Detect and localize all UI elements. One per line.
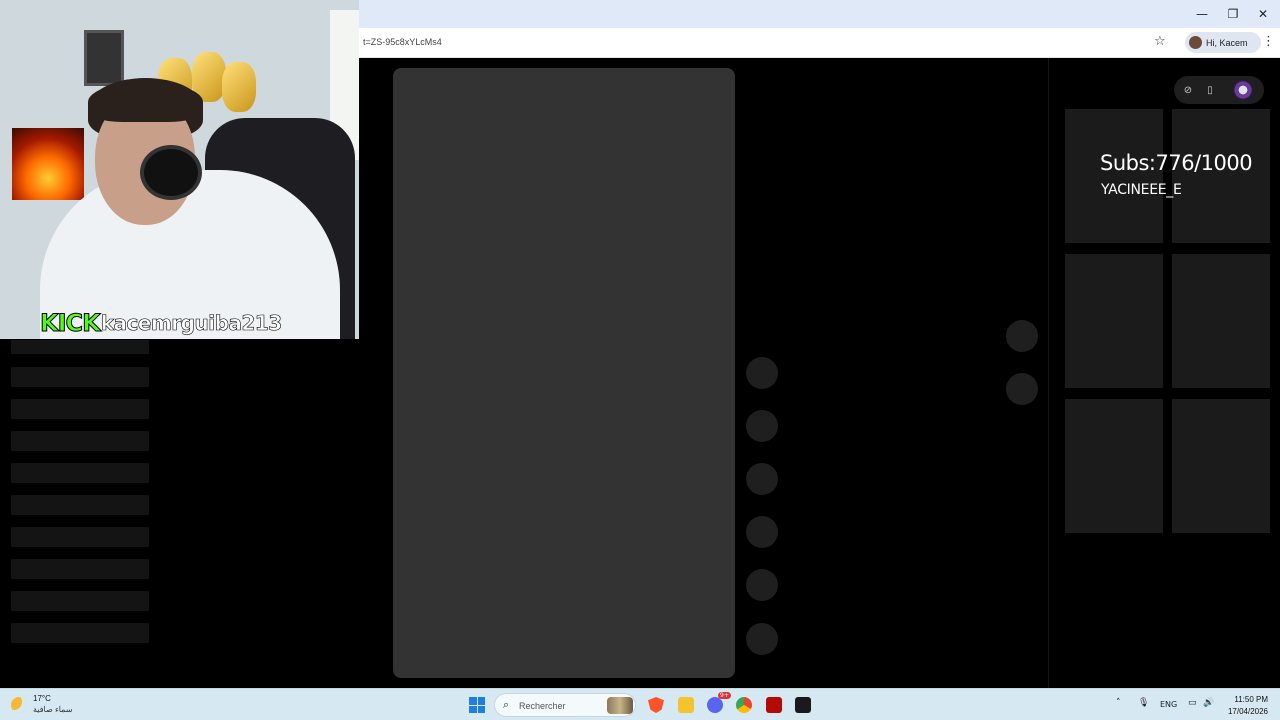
taskbar-clock[interactable]: 11:50 PM 17/04/2026 — [1226, 694, 1268, 718]
profile-avatar — [1189, 36, 1202, 49]
language-indicator[interactable]: ENG — [1160, 700, 1177, 709]
clock-time: 11:50 PM — [1234, 695, 1268, 704]
skeleton-list-item — [11, 463, 149, 483]
grid-tile-skeleton[interactable] — [1172, 109, 1270, 243]
terminal-icon[interactable] — [795, 697, 811, 713]
weather-description[interactable]: سماء صافية — [33, 705, 73, 714]
skeleton-list-item — [11, 399, 149, 419]
skeleton-list-item — [11, 591, 149, 611]
windows-start-icon[interactable] — [469, 697, 485, 713]
clock-date: 17/04/2026 — [1227, 707, 1268, 716]
adobe-icon[interactable] — [766, 697, 782, 713]
windows-taskbar: 17°C سماء صافية ⌕ Rechercher 9+ ˄ 🎙 ENG … — [0, 688, 1280, 720]
headset-image — [140, 145, 202, 200]
url-text[interactable]: t=ZS-95c8xYLcMs4 — [363, 37, 442, 47]
nav-up-button-placeholder[interactable] — [1006, 320, 1038, 352]
action-button-placeholder[interactable] — [746, 569, 778, 601]
grid-tile-skeleton[interactable] — [1172, 254, 1270, 388]
grid-tile-skeleton[interactable] — [1065, 399, 1163, 533]
skeleton-list-item — [11, 527, 149, 547]
action-button-placeholder[interactable] — [746, 357, 778, 389]
bookmark-star-icon[interactable]: ☆ — [1154, 34, 1166, 49]
grid-tile-skeleton[interactable] — [1065, 109, 1163, 243]
kick-logo: KICK — [40, 309, 102, 338]
skeleton-list-item — [11, 340, 149, 354]
moon-weather-icon[interactable] — [11, 697, 27, 713]
search-highlight-image — [607, 697, 633, 714]
search-placeholder: Rechercher — [519, 701, 566, 711]
streamer-hair-top-image — [88, 82, 203, 122]
skeleton-list-item — [11, 367, 149, 387]
webcam-overlay: KICK kacemrguiba213 — [0, 0, 359, 339]
volume-icon[interactable]: 🔊 — [1203, 698, 1214, 708]
last-subscriber-name: YACINEEE_E — [1101, 182, 1182, 198]
taskbar-search-box[interactable]: ⌕ Rechercher — [494, 693, 636, 717]
action-button-placeholder[interactable] — [746, 623, 778, 655]
minimize-button[interactable]: — — [1187, 0, 1217, 28]
skeleton-list-item — [11, 495, 149, 515]
brave-icon[interactable] — [648, 697, 664, 713]
skeleton-list-item — [11, 431, 149, 451]
channel-avatar[interactable] — [1233, 80, 1253, 100]
wall-frame-image — [84, 30, 124, 86]
fireplace-screen-image — [12, 128, 84, 200]
video-player-skeleton — [393, 68, 735, 678]
action-button-placeholder[interactable] — [746, 463, 778, 495]
file-explorer-icon[interactable] — [678, 697, 694, 713]
balloon-digit-image — [222, 62, 256, 112]
search-icon: ⌕ — [503, 698, 510, 711]
discord-icon[interactable] — [707, 697, 723, 713]
skeleton-list-item — [11, 623, 149, 643]
profile-button[interactable]: Hi, Kacem — [1185, 32, 1261, 53]
mobile-icon[interactable]: ▯ — [1203, 83, 1217, 97]
grid-tile-skeleton[interactable] — [1172, 399, 1270, 533]
chevron-up-icon[interactable]: ˄ — [1116, 698, 1121, 708]
compass-icon[interactable]: ⊘ — [1181, 83, 1195, 97]
browser-address-bar: t=ZS-95c8xYLcMs4 ☆ Hi, Kacem ⋮ — [359, 28, 1280, 58]
restore-button[interactable]: ❐ — [1218, 0, 1248, 28]
panel-divider — [1048, 58, 1049, 688]
microphone-icon[interactable]: 🎙 — [1138, 698, 1149, 708]
discord-notification-badge: 9+ — [718, 692, 731, 699]
kick-username: kacemrguiba213 — [100, 311, 282, 336]
action-button-placeholder[interactable] — [746, 516, 778, 548]
kick-handle-banner: KICK kacemrguiba213 — [40, 309, 283, 338]
browser-title-bar: — ❐ ✕ — [359, 0, 1280, 28]
weather-temperature[interactable]: 17°C — [33, 694, 51, 703]
browser-menu-icon[interactable]: ⋮ — [1262, 34, 1275, 49]
action-button-placeholder[interactable] — [746, 410, 778, 442]
network-icon[interactable]: ▭ — [1188, 698, 1197, 708]
nav-down-button-placeholder[interactable] — [1006, 373, 1038, 405]
close-button[interactable]: ✕ — [1248, 0, 1278, 28]
subs-counter: Subs:776/1000 — [1100, 151, 1253, 175]
skeleton-list-item — [11, 559, 149, 579]
grid-tile-skeleton[interactable] — [1065, 254, 1163, 388]
screen: — ❐ ✕ t=ZS-95c8xYLcMs4 ☆ Hi, Kacem ⋮ KIC… — [0, 0, 1280, 720]
profile-label: Hi, Kacem — [1206, 37, 1248, 48]
chrome-icon[interactable] — [736, 697, 752, 713]
